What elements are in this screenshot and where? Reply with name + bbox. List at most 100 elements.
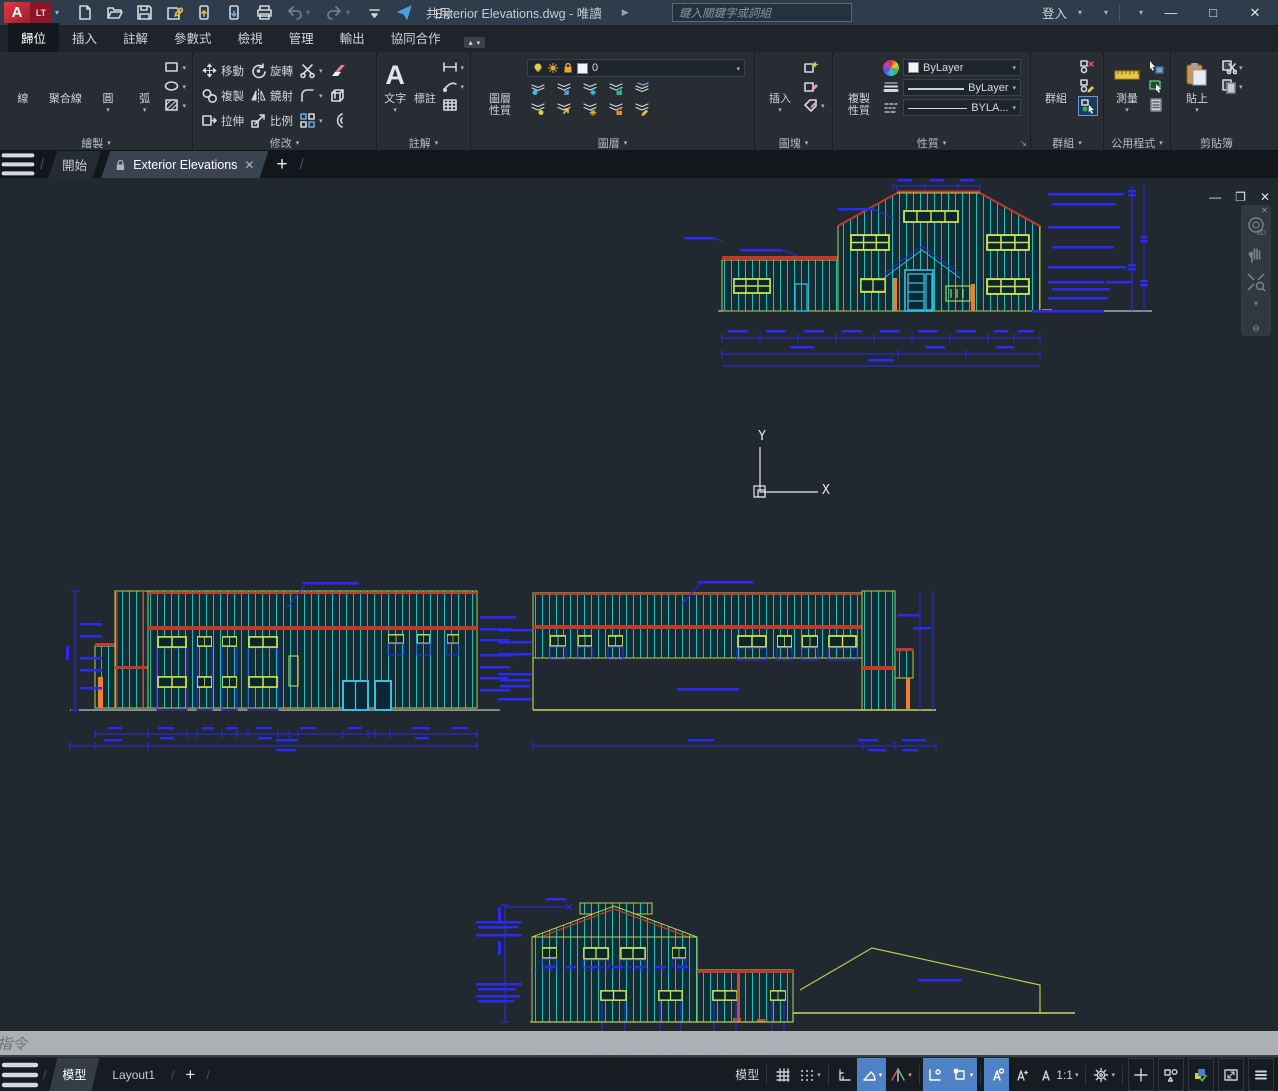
file-tab-document[interactable]: Exterior Elevations ✕ <box>101 151 268 178</box>
command-line[interactable]: 指令 <box>0 1031 1278 1057</box>
quick-calculator-button[interactable] <box>1148 97 1164 113</box>
circle-button[interactable]: 圓 ▾ <box>91 56 125 114</box>
ribbon-tab-manage[interactable]: 管理 <box>276 23 327 52</box>
panel-label-modify[interactable]: 修改▾ <box>193 134 376 151</box>
minimize-button[interactable]: — <box>1154 0 1188 25</box>
new-file-button[interactable] <box>76 4 93 21</box>
object-snap-tracking-toggle[interactable] <box>923 1058 948 1091</box>
match-properties-button[interactable]: 複製性質 <box>839 56 879 117</box>
layer-unisolate-icon[interactable] <box>555 100 572 117</box>
layer-isolate-icon[interactable] <box>529 80 546 97</box>
graphics-performance-button[interactable] <box>1188 1058 1214 1091</box>
ribbon-tab-output[interactable]: 輸出 <box>327 23 378 52</box>
close-button[interactable]: ✕ <box>1238 0 1272 25</box>
polyline-button[interactable]: 聚合線 <box>44 56 88 105</box>
help-search-input[interactable]: 鍵入關鍵字或詞組 <box>672 3 852 22</box>
ribbon-collapse-button[interactable]: ▴ ▾ <box>464 37 486 48</box>
cut-button[interactable]: ▾ <box>1221 59 1243 75</box>
navbar-close-icon[interactable]: ✕ <box>1261 206 1268 215</box>
linetype-combo[interactable]: BYLA...▾ <box>903 99 1021 116</box>
line-button[interactable]: 線 <box>6 56 40 105</box>
doc-restore-button[interactable]: ❐ <box>1235 190 1246 204</box>
measure-button[interactable]: 測量 ▾ <box>1110 56 1144 114</box>
app-menu-button[interactable]: A LT ▾ <box>4 0 62 25</box>
pan-hand-icon[interactable] <box>1245 243 1267 265</box>
copy-button[interactable]: 複製 <box>199 87 246 104</box>
array-button[interactable]: ▾ <box>297 112 325 129</box>
polar-tracking-toggle[interactable]: ▾ <box>857 1058 887 1091</box>
insert-block-button[interactable]: 插入 ▾ <box>761 56 799 114</box>
dimension-button[interactable]: 標註 <box>411 56 438 105</box>
title-expand-icon[interactable]: ▶ <box>622 7 629 18</box>
model-tab[interactable]: 模型 <box>49 1058 99 1091</box>
trim-button[interactable]: ▾ <box>297 62 325 79</box>
select-similar-button[interactable] <box>1148 78 1164 94</box>
apps-chevron-icon[interactable]: ▾ <box>1104 8 1108 17</box>
properties-dialog-launcher[interactable]: ↘ <box>1019 138 1027 149</box>
zoom-extents-icon[interactable] <box>1245 271 1267 293</box>
lineweight-icon[interactable] <box>883 80 899 96</box>
group-button[interactable]: 群組 <box>1037 56 1075 105</box>
plot-button[interactable] <box>256 4 273 21</box>
scale-button[interactable]: 比例 <box>248 112 295 129</box>
mirror-button[interactable]: 鏡射 <box>248 87 295 104</box>
ungroup-button[interactable] <box>1079 59 1097 75</box>
rectangle-button[interactable]: ▾ <box>164 59 186 75</box>
layout-tabs-menu-icon[interactable] <box>0 1059 40 1091</box>
linear-dimension-button[interactable]: ▾ <box>442 59 464 75</box>
layer-properties-button[interactable]: 圖層性質 <box>477 56 523 117</box>
layer-unlock-icon[interactable] <box>607 100 624 117</box>
ribbon-tab-insert[interactable]: 插入 <box>59 23 110 52</box>
panel-label-layers[interactable]: 圖層▾ <box>471 134 754 151</box>
snap-mode-toggle[interactable]: ▾ <box>795 1058 825 1091</box>
fillet-button[interactable]: ▾ <box>297 87 325 104</box>
open-from-web-mobile-button[interactable] <box>196 4 213 21</box>
layer-change-icon[interactable] <box>633 100 650 117</box>
quick-select-button[interactable] <box>1148 59 1164 75</box>
panel-label-annotation[interactable]: 註解▾ <box>377 134 470 151</box>
panel-label-draw[interactable]: 繪製▾ <box>0 134 192 151</box>
save-button[interactable] <box>136 4 153 21</box>
doc-minimize-button[interactable]: — <box>1209 190 1221 204</box>
ribbon-tab-parametric[interactable]: 參數式 <box>161 23 225 52</box>
layer-off-icon[interactable] <box>529 100 546 117</box>
panel-label-block[interactable]: 圖塊▾ <box>755 134 832 151</box>
panel-label-properties[interactable]: 性質▾ <box>833 134 1030 151</box>
lineweight-combo[interactable]: ByLayer▾ <box>903 79 1021 96</box>
paste-button[interactable]: 貼上 ▾ <box>1177 56 1217 114</box>
navbar-more-chevron-icon[interactable]: ▾ <box>1254 299 1258 308</box>
leader-button[interactable]: ▾ <box>442 78 464 94</box>
write-block-button[interactable] <box>803 78 825 94</box>
steering-wheel-icon[interactable]: 2D <box>1245 215 1267 237</box>
layer-freeze-icon[interactable] <box>581 80 598 97</box>
isolate-objects-button[interactable] <box>1158 1058 1184 1091</box>
hatch-button[interactable]: ▾ <box>164 97 186 113</box>
redo-button[interactable]: ▾ <box>326 4 353 21</box>
define-attribute-button[interactable]: ▾ <box>803 97 825 113</box>
group-edit-button[interactable] <box>1079 78 1097 94</box>
ellipse-button[interactable]: ▾ <box>164 78 186 94</box>
layer-walk-icon[interactable] <box>555 80 572 97</box>
file-tab-start[interactable]: 開始 <box>48 151 101 178</box>
ribbon-tab-annotate[interactable]: 註解 <box>110 23 161 52</box>
annotation-visibility-toggle[interactable] <box>984 1058 1009 1091</box>
file-tabs-menu-icon[interactable] <box>0 150 36 179</box>
text-button[interactable]: A 文字 ▾ <box>383 56 407 114</box>
crosshair-tray-button[interactable] <box>1128 1058 1154 1091</box>
layout1-tab[interactable]: Layout1 <box>99 1058 168 1091</box>
color-wheel-icon[interactable] <box>883 60 899 76</box>
linetype-icon[interactable] <box>883 100 899 116</box>
new-layout-button[interactable]: + <box>185 1065 195 1085</box>
offset-button[interactable] <box>327 112 348 129</box>
ribbon-tab-home[interactable]: 歸位 <box>8 23 59 52</box>
grid-display-toggle[interactable] <box>770 1058 795 1091</box>
object-color-combo[interactable]: ByLayer▾ <box>903 59 1021 76</box>
object-snap-toggle[interactable]: ▾ <box>948 1058 978 1091</box>
annotation-autoscale-toggle[interactable] <box>1009 1058 1034 1091</box>
create-block-button[interactable] <box>803 59 825 75</box>
panel-label-utilities[interactable]: 公用程式▾ <box>1104 134 1170 151</box>
arc-button[interactable]: 弧 ▾ <box>129 56 161 114</box>
table-button[interactable] <box>442 97 464 113</box>
signin-label[interactable]: 登入 <box>1042 3 1067 22</box>
qat-customize-button[interactable] <box>366 4 383 21</box>
